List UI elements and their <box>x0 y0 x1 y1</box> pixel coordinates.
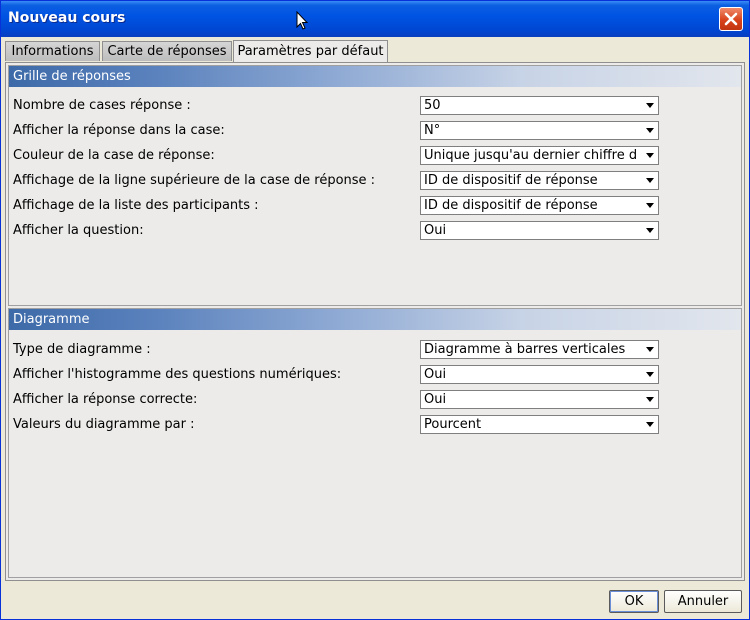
close-button[interactable] <box>719 7 743 31</box>
select-value: Diagramme à barres verticales <box>424 342 626 357</box>
section-title: Diagramme <box>13 312 90 327</box>
section-header: Grille de réponses <box>9 66 741 87</box>
setting-label: Type de diagramme : <box>13 342 151 357</box>
section-title: Grille de réponses <box>13 69 131 84</box>
close-icon <box>724 12 738 26</box>
chart-type-select[interactable]: Diagramme à barres verticales <box>420 340 659 359</box>
chevron-down-icon <box>646 128 654 133</box>
chevron-down-icon <box>646 103 654 108</box>
setting-row: Afficher la réponse correcte: Oui <box>9 390 741 410</box>
setting-label: Nombre de cases réponse : <box>13 98 191 113</box>
button-label: Annuler <box>677 594 729 609</box>
setting-row: Couleur de la case de réponse: Unique ju… <box>9 146 741 166</box>
tab-label: Paramètres par défaut <box>237 44 384 59</box>
tab-parametres-par-defaut[interactable]: Paramètres par défaut <box>233 40 388 62</box>
answer-in-box-select[interactable]: N° <box>420 121 659 140</box>
chevron-down-icon <box>646 372 654 377</box>
box-top-line-select[interactable]: ID de dispositif de réponse <box>420 171 659 190</box>
setting-row: Affichage de la liste des participants :… <box>9 196 741 216</box>
setting-label: Afficher la réponse correcte: <box>13 392 198 407</box>
setting-label: Afficher la réponse dans la case: <box>13 123 225 138</box>
chevron-down-icon <box>646 397 654 402</box>
chevron-down-icon <box>646 422 654 427</box>
window-title: Nouveau cours <box>8 10 126 26</box>
box-color-select[interactable]: Unique jusqu'au dernier chiffre de ... <box>420 146 659 165</box>
chevron-down-icon <box>646 347 654 352</box>
setting-row: Valeurs du diagramme par : Pourcent <box>9 415 741 435</box>
setting-row: Afficher la question: Oui <box>9 221 741 241</box>
select-value: Oui <box>424 223 447 238</box>
grid-section: Grille de réponses Nombre de cases répon… <box>8 65 742 306</box>
tab-label: Carte de réponses <box>107 44 227 59</box>
setting-label: Afficher la question: <box>13 223 144 238</box>
cancel-button[interactable]: Annuler <box>664 590 742 613</box>
select-value: Oui <box>424 392 447 407</box>
correct-answer-select[interactable]: Oui <box>420 390 659 409</box>
tab-informations[interactable]: Informations <box>5 41 100 61</box>
numeric-histogram-select[interactable]: Oui <box>420 365 659 384</box>
section-header: Diagramme <box>9 309 741 330</box>
setting-row: Nombre de cases réponse : 50 <box>9 96 741 116</box>
setting-row: Type de diagramme : Diagramme à barres v… <box>9 340 741 360</box>
chevron-down-icon <box>646 153 654 158</box>
select-value: N° <box>424 123 441 138</box>
title-bar[interactable]: Nouveau cours <box>1 1 749 37</box>
setting-label: Valeurs du diagramme par : <box>13 417 195 432</box>
button-label: OK <box>624 594 644 609</box>
setting-label: Affichage de la ligne supérieure de la c… <box>13 173 376 188</box>
setting-row: Afficher la réponse dans la case: N° <box>9 121 741 141</box>
setting-row: Affichage de la ligne supérieure de la c… <box>9 171 741 191</box>
select-value: ID de dispositif de réponse <box>424 198 598 213</box>
mouse-pointer-icon <box>296 11 308 30</box>
ok-button[interactable]: OK <box>609 590 659 613</box>
chevron-down-icon <box>646 203 654 208</box>
setting-label: Affichage de la liste des participants : <box>13 198 259 213</box>
answer-box-count-select[interactable]: 50 <box>420 96 659 115</box>
setting-label: Afficher l'histogramme des questions num… <box>13 367 342 382</box>
setting-row: Afficher l'histogramme des questions num… <box>9 365 741 385</box>
select-value: ID de dispositif de réponse <box>424 173 598 188</box>
participant-list-select[interactable]: ID de dispositif de réponse <box>420 196 659 215</box>
chevron-down-icon <box>646 228 654 233</box>
chevron-down-icon <box>646 178 654 183</box>
dialog-window: Nouveau cours Informations Carte de répo… <box>0 0 750 620</box>
chart-section: Diagramme Type de diagramme : Diagramme … <box>8 308 742 578</box>
tab-label: Informations <box>11 44 94 59</box>
select-value: 50 <box>424 98 441 113</box>
select-value: Unique jusqu'au dernier chiffre de ... <box>424 148 636 163</box>
setting-label: Couleur de la case de réponse: <box>13 148 215 163</box>
select-value: Oui <box>424 367 447 382</box>
tab-carte-de-reponses[interactable]: Carte de réponses <box>102 41 232 61</box>
show-question-select[interactable]: Oui <box>420 221 659 240</box>
select-value: Pourcent <box>424 417 482 432</box>
tab-panel: Grille de réponses Nombre de cases répon… <box>5 62 745 581</box>
chart-values-select[interactable]: Pourcent <box>420 415 659 434</box>
